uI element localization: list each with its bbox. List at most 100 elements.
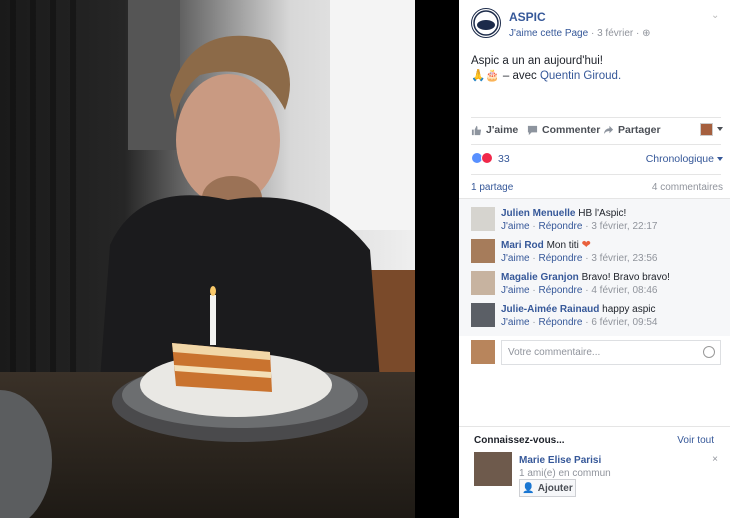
- comment-meta-separator: ·: [532, 221, 536, 232]
- post-panel: ASPIC J'aime cette Page · 3 février · ⊕ …: [459, 0, 730, 518]
- heart-icon: ❤: [581, 239, 591, 251]
- post-actions: J'aime Commenter Partager: [471, 123, 723, 140]
- comment-time[interactable]: 4 février, 08:46: [591, 285, 657, 296]
- page-avatar[interactable]: [471, 8, 501, 38]
- comment-text: HB l'Aspic!: [578, 208, 627, 219]
- reaction-icons[interactable]: [471, 152, 493, 164]
- share-icon: [603, 125, 614, 134]
- comment-reply-link[interactable]: Répondre: [539, 317, 583, 328]
- comment-author[interactable]: Magalie Granjon: [501, 272, 579, 283]
- share-button[interactable]: Partager: [603, 124, 661, 136]
- share-label: Partager: [618, 124, 661, 136]
- comment-like-link[interactable]: J'aime: [501, 285, 530, 296]
- comment-author[interactable]: Julien Menuelle: [501, 208, 575, 219]
- page-name[interactable]: ASPIC: [509, 10, 546, 24]
- add-friend-button[interactable]: 👤 Ajouter: [519, 479, 576, 497]
- commenter-avatar[interactable]: [471, 207, 495, 231]
- commenter-avatar[interactable]: [471, 239, 495, 263]
- suggested-person-avatar[interactable]: [474, 452, 512, 486]
- comment-meta-separator: ·: [585, 221, 589, 232]
- post-photo[interactable]: [0, 0, 459, 518]
- comment-icon: [527, 125, 538, 135]
- post-as-avatar[interactable]: [700, 123, 713, 136]
- meta-separator: ·: [636, 28, 640, 39]
- comment-body: Julien Menuelle HB l'Aspic!: [501, 207, 626, 220]
- divider: [471, 174, 721, 175]
- divider: [471, 117, 721, 118]
- comment-item: Magalie Granjon Bravo! Bravo bravo! J'ai…: [471, 271, 721, 301]
- comment-reply-link[interactable]: Répondre: [539, 221, 583, 232]
- comment-meta-separator: ·: [585, 317, 589, 328]
- post-header: ASPIC J'aime cette Page · 3 février · ⊕ …: [471, 8, 723, 48]
- comment-time[interactable]: 6 février, 09:54: [591, 317, 657, 328]
- reactions-row: 33 Chronologique: [471, 152, 723, 166]
- close-icon[interactable]: ×: [712, 454, 718, 465]
- comment-body: Julie-Aimée Rainaud happy aspic: [501, 303, 656, 316]
- praying-hands-icon: 🙏: [471, 70, 486, 82]
- comment-button[interactable]: Commenter: [527, 124, 600, 136]
- comment-meta-separator: ·: [532, 253, 536, 264]
- comment-meta: J'aime · Répondre · 4 février, 08:46: [501, 285, 657, 296]
- post-meta: J'aime cette Page · 3 février · ⊕: [509, 28, 651, 39]
- commenter-avatar[interactable]: [471, 271, 495, 295]
- comment-reply-link[interactable]: Répondre: [539, 253, 583, 264]
- like-label: J'aime: [486, 124, 519, 136]
- mutual-friends[interactable]: 1 ami(e) en commun: [519, 468, 611, 479]
- comment-meta-separator: ·: [532, 317, 536, 328]
- comment-time[interactable]: 3 février, 22:17: [591, 221, 657, 232]
- share-stats-row: 1 partage 4 commentaires: [471, 182, 723, 194]
- meta-separator: ·: [590, 28, 595, 39]
- post-message: Aspic a un an aujourd'hui!: [471, 55, 603, 67]
- with-prefix: – avec: [502, 70, 537, 82]
- comment-like-link[interactable]: J'aime: [501, 253, 530, 264]
- comment-author[interactable]: Julie-Aimée Rainaud: [501, 304, 599, 315]
- share-count-link[interactable]: 1 partage: [471, 182, 513, 193]
- cake-icon: 🎂: [485, 70, 500, 82]
- comment-count[interactable]: 4 commentaires: [652, 182, 723, 193]
- like-page-link[interactable]: J'aime cette Page: [509, 28, 588, 39]
- comment-time[interactable]: 3 février, 23:56: [591, 253, 657, 264]
- comment-meta: J'aime · Répondre · 6 février, 09:54: [501, 317, 657, 328]
- tagged-person-link[interactable]: Quentin Giroud.: [540, 70, 621, 82]
- comment-body: Magalie Granjon Bravo! Bravo bravo!: [501, 271, 670, 284]
- like-button[interactable]: J'aime: [471, 124, 518, 136]
- comment-order-dropdown[interactable]: Chronologique: [646, 153, 723, 165]
- love-reaction-icon: [481, 152, 493, 164]
- suggest-title: Connaissez-vous...: [474, 435, 565, 446]
- comment-meta: J'aime · Répondre · 3 février, 22:17: [501, 221, 657, 232]
- comment-meta-separator: ·: [585, 285, 589, 296]
- comment-text: Bravo! Bravo bravo!: [581, 272, 670, 283]
- thumbs-up-icon: [471, 125, 482, 135]
- comment-item: Mari Rod Mon titi ❤ J'aime · Répondre · …: [471, 239, 721, 269]
- comment-like-link[interactable]: J'aime: [501, 221, 530, 232]
- comment-like-link[interactable]: J'aime: [501, 317, 530, 328]
- comment-author[interactable]: Mari Rod: [501, 240, 544, 251]
- post-date[interactable]: 3 février: [597, 28, 633, 39]
- emoji-icon[interactable]: [703, 346, 715, 358]
- add-friend-label: Ajouter: [537, 482, 573, 494]
- comment-text: happy aspic: [602, 304, 656, 315]
- comment-meta-separator: ·: [585, 253, 589, 264]
- birthday-photo-image: [0, 0, 459, 518]
- suggested-person-name[interactable]: Marie Elise Parisi: [519, 455, 601, 466]
- chevron-down-icon[interactable]: ⌄: [711, 10, 723, 22]
- caret-down-icon[interactable]: [717, 127, 723, 131]
- reaction-count[interactable]: 33: [498, 153, 510, 165]
- comment-reply-link[interactable]: Répondre: [539, 285, 583, 296]
- post-text: Aspic a un an aujourd'hui! 🙏🎂 – avec Que…: [471, 54, 721, 84]
- comment-input[interactable]: Votre commentaire...: [501, 340, 721, 365]
- comments-list: Julien Menuelle HB l'Aspic! J'aime · Rép…: [459, 198, 730, 336]
- see-all-link[interactable]: Voir tout: [677, 435, 714, 446]
- comment-composer: Votre commentaire...: [471, 340, 721, 366]
- comment-item: Julie-Aimée Rainaud happy aspic J'aime ·…: [471, 303, 721, 333]
- divider: [471, 144, 721, 145]
- comment-meta-separator: ·: [532, 285, 536, 296]
- current-user-avatar: [471, 340, 495, 364]
- add-friend-icon: 👤: [522, 482, 535, 494]
- post-tag-line: 🙏🎂 – avec Quentin Giroud.: [471, 69, 721, 84]
- comment-text: Mon titi: [546, 240, 579, 251]
- globe-icon: ⊕: [642, 28, 651, 39]
- commenter-avatar[interactable]: [471, 303, 495, 327]
- people-you-may-know: Connaissez-vous... Voir tout Marie Elise…: [459, 426, 730, 518]
- comment-label: Commenter: [542, 124, 601, 136]
